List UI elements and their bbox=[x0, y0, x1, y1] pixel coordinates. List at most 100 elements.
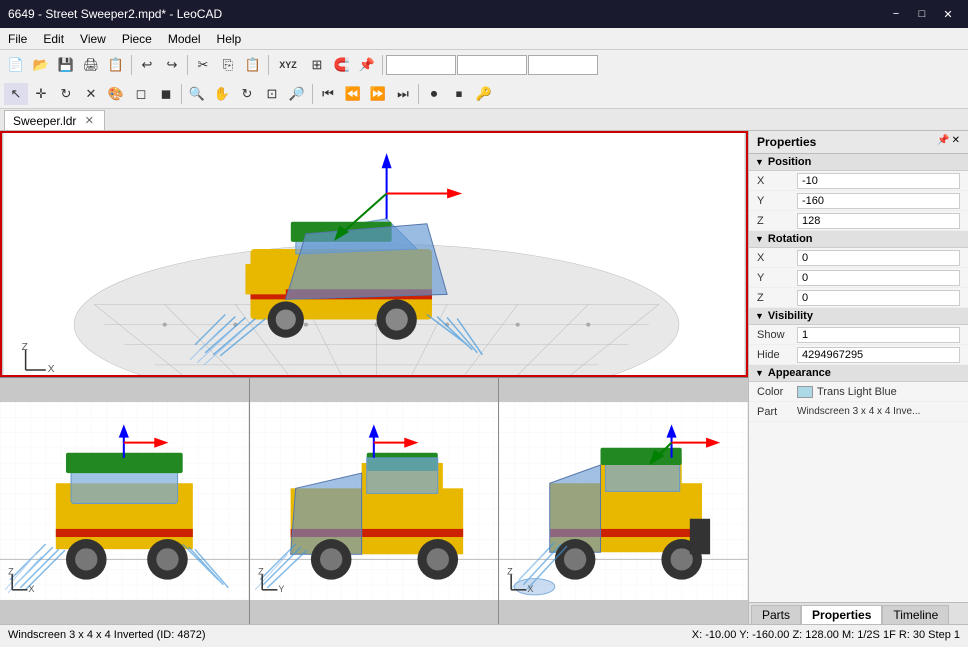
snap-button[interactable]: 📌 bbox=[355, 54, 379, 76]
sep4 bbox=[382, 55, 383, 75]
pos-x-label: X bbox=[757, 175, 797, 187]
pos-z-input[interactable] bbox=[797, 213, 960, 229]
position-label: Position bbox=[768, 156, 811, 168]
color-swatch[interactable] bbox=[797, 386, 813, 398]
paint-button[interactable]: 🎨 bbox=[104, 83, 128, 105]
print2-button[interactable]: 📋 bbox=[104, 54, 128, 76]
rot-y-input[interactable] bbox=[797, 270, 960, 286]
zoom-find-button[interactable]: 🔍 bbox=[185, 83, 209, 105]
main-viewport[interactable]: Z X bbox=[0, 131, 748, 377]
erase-button[interactable]: ◻ bbox=[129, 83, 153, 105]
pos-x-input[interactable] bbox=[797, 173, 960, 189]
sep1 bbox=[131, 55, 132, 75]
zoom-in-button[interactable]: 🔎 bbox=[285, 83, 309, 105]
top-viewport[interactable]: Z X bbox=[499, 378, 748, 624]
hide-input[interactable] bbox=[797, 347, 960, 363]
rot-x-input[interactable] bbox=[797, 250, 960, 266]
zoom-region-button[interactable]: ⊡ bbox=[260, 83, 284, 105]
grid-button[interactable]: ⊞ bbox=[305, 54, 329, 76]
undo-button[interactable]: ↩ bbox=[135, 54, 159, 76]
properties-scroll: ▼ Position X Y Z ▼ Rotation X bbox=[749, 154, 968, 602]
prop-pin-button[interactable]: 📌 bbox=[937, 135, 949, 146]
color-row: Color Trans Light Blue bbox=[749, 382, 968, 402]
toolbar-area: 📄 📂 💾 🖨 📋 ↩ ↪ ✂ ⎘ 📋 XYZ ⊞ 🧲 📌 ↖ ✛ ↻ ✕ 🎨 … bbox=[0, 50, 968, 109]
color-label: Color bbox=[757, 386, 797, 398]
new-button[interactable]: 📄 bbox=[4, 54, 28, 76]
svg-text:Z: Z bbox=[22, 342, 28, 353]
show-row: Show bbox=[749, 325, 968, 345]
position-x-row: X bbox=[749, 171, 968, 191]
coord-x-input[interactable] bbox=[386, 55, 456, 75]
paste-button[interactable]: 📋 bbox=[241, 54, 265, 76]
hide-row: Hide bbox=[749, 345, 968, 365]
menu-view[interactable]: View bbox=[72, 30, 114, 48]
open-button[interactable]: 📂 bbox=[29, 54, 53, 76]
color-name: Trans Light Blue bbox=[817, 386, 897, 398]
menu-piece[interactable]: Piece bbox=[114, 30, 160, 48]
sep6 bbox=[312, 84, 313, 104]
menu-file[interactable]: File bbox=[0, 30, 35, 48]
svg-text:Z: Z bbox=[8, 567, 14, 577]
animate-button[interactable]: ⏺ bbox=[422, 83, 446, 105]
pan-button[interactable]: ✋ bbox=[210, 83, 234, 105]
save-button[interactable]: 💾 bbox=[54, 54, 78, 76]
prop-close-button[interactable]: ✕ bbox=[952, 135, 960, 146]
minimize-button[interactable]: − bbox=[884, 4, 908, 24]
properties-tab[interactable]: Properties bbox=[801, 605, 882, 624]
move-button[interactable]: ✛ bbox=[29, 83, 53, 105]
menu-edit[interactable]: Edit bbox=[35, 30, 72, 48]
redo-button[interactable]: ↪ bbox=[160, 54, 184, 76]
transform-xyz-button[interactable]: XYZ bbox=[272, 54, 304, 76]
position-chevron: ▼ bbox=[755, 157, 764, 167]
show-input[interactable] bbox=[797, 327, 960, 343]
cut-button[interactable]: ✂ bbox=[191, 54, 215, 76]
next-step-button[interactable]: ⏩ bbox=[366, 83, 390, 105]
part-row: Part Windscreen 3 x 4 x 4 Inve... bbox=[749, 402, 968, 422]
position-z-row: Z bbox=[749, 211, 968, 231]
coord-z-input[interactable] bbox=[528, 55, 598, 75]
svg-text:X: X bbox=[28, 584, 34, 594]
sep7 bbox=[418, 84, 419, 104]
key-button[interactable]: 🔑 bbox=[472, 83, 496, 105]
tab-close-button[interactable]: ✕ bbox=[82, 114, 96, 128]
properties-header: Properties 📌 ✕ bbox=[749, 131, 968, 154]
pos-y-label: Y bbox=[757, 195, 797, 207]
last-step-button[interactable]: ⏭ bbox=[391, 83, 415, 105]
rot-z-input[interactable] bbox=[797, 290, 960, 306]
select-button[interactable]: ↖ bbox=[4, 83, 28, 105]
position-section-header[interactable]: ▼ Position bbox=[749, 154, 968, 171]
rot-view-button[interactable]: ↻ bbox=[235, 83, 259, 105]
visibility-chevron: ▼ bbox=[755, 311, 764, 321]
prev-step-button[interactable]: ⏪ bbox=[341, 83, 365, 105]
appearance-section-header[interactable]: ▼ Appearance bbox=[749, 365, 968, 382]
copy-button[interactable]: ⎘ bbox=[216, 54, 240, 76]
appearance-label: Appearance bbox=[768, 367, 831, 379]
close-button[interactable]: ✕ bbox=[936, 4, 960, 24]
timeline-tab[interactable]: Timeline bbox=[882, 605, 949, 624]
rotation-section-header[interactable]: ▼ Rotation bbox=[749, 231, 968, 248]
coord-y-input[interactable] bbox=[457, 55, 527, 75]
side-viewport[interactable]: Z Y bbox=[250, 378, 499, 624]
delete-button[interactable]: ✕ bbox=[79, 83, 103, 105]
pos-y-input[interactable] bbox=[797, 193, 960, 209]
eraser2-button[interactable]: ◼ bbox=[154, 83, 178, 105]
toolbar-row-2: ↖ ✛ ↻ ✕ 🎨 ◻ ◼ 🔍 ✋ ↻ ⊡ 🔎 ⏮ ⏪ ⏩ ⏭ ⏺ ⏹ 🔑 bbox=[0, 80, 968, 108]
menu-help[interactable]: Help bbox=[209, 30, 250, 48]
show-label: Show bbox=[757, 329, 797, 341]
parts-tab[interactable]: Parts bbox=[751, 605, 801, 624]
first-step-button[interactable]: ⏮ bbox=[316, 83, 340, 105]
tab-sweeper[interactable]: Sweeper.ldr ✕ bbox=[4, 110, 105, 130]
maximize-button[interactable]: □ bbox=[910, 4, 934, 24]
stop-button[interactable]: ⏹ bbox=[447, 83, 471, 105]
rot-z-label: Z bbox=[757, 292, 797, 304]
app-title: 6649 - Street Sweeper2.mpd* - LeoCAD bbox=[8, 7, 222, 21]
magnet-button[interactable]: 🧲 bbox=[330, 54, 354, 76]
title-bar: 6649 - Street Sweeper2.mpd* - LeoCAD − □… bbox=[0, 0, 968, 28]
print-button[interactable]: 🖨 bbox=[79, 54, 103, 76]
main-content: Z X bbox=[0, 131, 968, 624]
visibility-section-header[interactable]: ▼ Visibility bbox=[749, 308, 968, 325]
svg-text:Z: Z bbox=[258, 567, 264, 577]
rotate-button[interactable]: ↻ bbox=[54, 83, 78, 105]
menu-model[interactable]: Model bbox=[160, 30, 209, 48]
front-viewport[interactable]: Z X bbox=[0, 378, 249, 624]
